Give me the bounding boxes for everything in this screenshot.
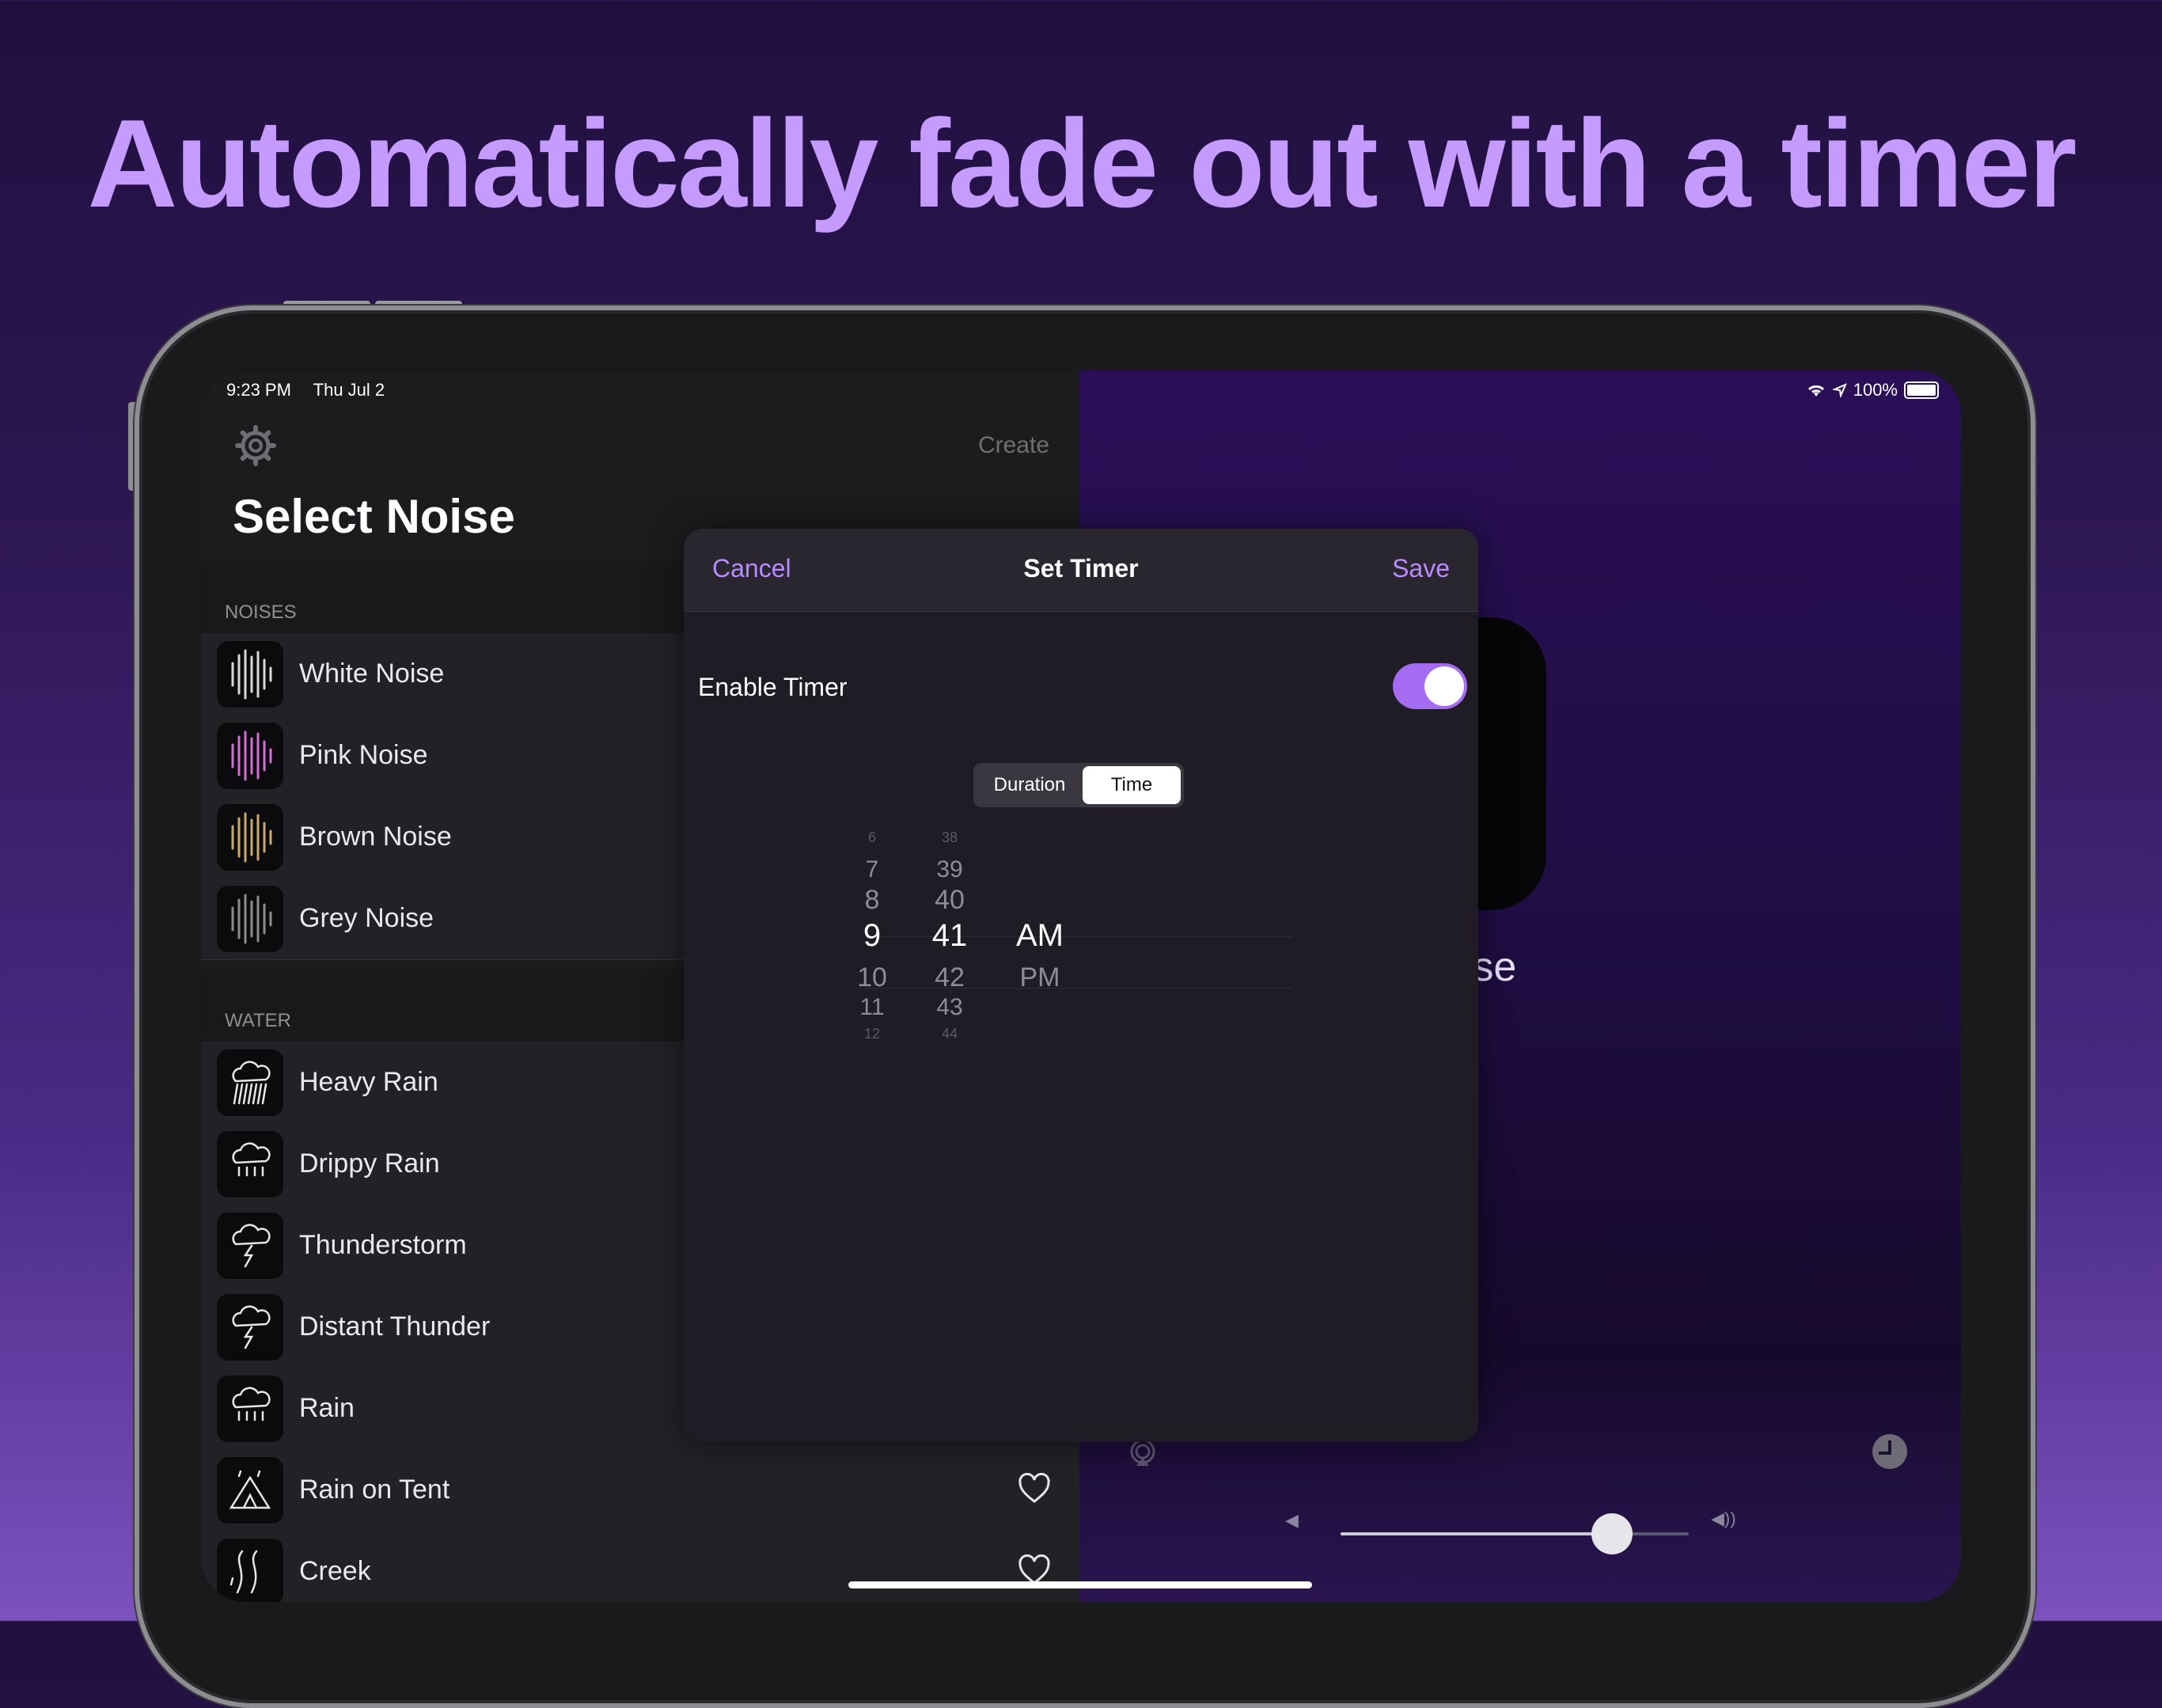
airplay-icon[interactable] bbox=[1127, 1437, 1159, 1469]
noise-row-label: White Noise bbox=[299, 659, 445, 689]
headline: Automatically fade out with a timer bbox=[87, 94, 2077, 233]
waveform-icon bbox=[217, 641, 283, 708]
noise-row-label: Thunderstorm bbox=[299, 1230, 467, 1260]
minutes-option[interactable]: 41 bbox=[918, 918, 981, 954]
volume-slider-knob[interactable] bbox=[1591, 1513, 1633, 1554]
minutes-option[interactable]: 38 bbox=[918, 829, 981, 846]
waveform-icon bbox=[217, 804, 283, 871]
noise-row[interactable]: Creek bbox=[201, 1531, 1079, 1602]
wifi-icon bbox=[1807, 385, 1824, 397]
location-icon bbox=[1832, 383, 1847, 397]
minutes-option[interactable]: 40 bbox=[918, 885, 981, 916]
minutes-option[interactable]: 42 bbox=[918, 962, 981, 993]
volume-max-icon: ◀)) bbox=[1711, 1509, 1736, 1528]
noise-row-label: Brown Noise bbox=[299, 822, 452, 852]
mode-segmented-control: Duration Time bbox=[973, 763, 1184, 807]
time-picker[interactable]: 6 7 8 9 10 11 12 38 39 40 41 42 43 44 AM PM bbox=[684, 829, 1478, 1091]
hours-option[interactable]: 9 bbox=[840, 918, 904, 954]
page-title: Select Noise bbox=[233, 490, 515, 543]
timer-clock-icon[interactable] bbox=[1872, 1434, 1907, 1469]
status-date: Thu Jul 2 bbox=[313, 380, 385, 400]
noise-row-label: Drippy Rain bbox=[299, 1148, 440, 1179]
status-bar-left: 9:23 PM Thu Jul 2 bbox=[226, 380, 402, 400]
waveform-icon bbox=[217, 886, 283, 952]
noise-row-label: Grey Noise bbox=[299, 903, 434, 933]
heavy-rain-icon bbox=[217, 1049, 283, 1116]
segment-duration[interactable]: Duration bbox=[977, 766, 1083, 804]
set-timer-modal: Cancel Set Timer Save Enable Timer Durat… bbox=[684, 529, 1478, 1442]
create-button[interactable]: Create bbox=[978, 432, 1049, 459]
noise-row-label: Rain on Tent bbox=[299, 1475, 450, 1505]
toggle-knob bbox=[1424, 666, 1464, 706]
hours-option[interactable]: 7 bbox=[840, 856, 904, 883]
favorite-heart-icon[interactable] bbox=[1018, 1472, 1051, 1505]
noise-row-label: Heavy Rain bbox=[299, 1067, 438, 1097]
hours-option[interactable]: 10 bbox=[840, 962, 904, 993]
segment-time[interactable]: Time bbox=[1083, 766, 1181, 804]
hours-option[interactable]: 8 bbox=[840, 885, 904, 916]
noise-row-label: Rain bbox=[299, 1393, 355, 1423]
volume-min-icon: ◀ bbox=[1285, 1510, 1299, 1530]
hours-option[interactable]: 12 bbox=[840, 1026, 904, 1042]
volume-slider[interactable] bbox=[1341, 1513, 1689, 1554]
modal-title: Set Timer bbox=[1023, 554, 1139, 583]
noise-row-label: Distant Thunder bbox=[299, 1311, 491, 1342]
minutes-option[interactable]: 44 bbox=[918, 1026, 981, 1042]
drippy-rain-icon bbox=[217, 1131, 283, 1197]
status-bar-right: 100% bbox=[1806, 380, 1939, 400]
ampm-option[interactable]: PM bbox=[1008, 962, 1072, 993]
thunderstorm-icon bbox=[217, 1213, 283, 1279]
home-indicator bbox=[848, 1581, 1312, 1588]
save-button[interactable]: Save bbox=[1392, 554, 1450, 583]
minutes-option[interactable]: 39 bbox=[918, 856, 981, 883]
ipad-screen: 9:23 PM Thu Jul 2 Create Select Noise NO… bbox=[201, 370, 1961, 1602]
hours-option[interactable]: 6 bbox=[840, 829, 904, 846]
status-time: 9:23 PM bbox=[226, 380, 291, 400]
enable-timer-label: Enable Timer bbox=[698, 673, 848, 701]
waveform-icon bbox=[217, 723, 283, 789]
rain-icon bbox=[217, 1376, 283, 1442]
tent-rain-icon bbox=[217, 1457, 283, 1524]
gear-icon[interactable] bbox=[234, 424, 277, 467]
hours-option[interactable]: 11 bbox=[840, 994, 904, 1021]
modal-nav-bar: Cancel Set Timer Save bbox=[684, 529, 1478, 612]
noise-row-label: Creek bbox=[299, 1556, 371, 1586]
minutes-option[interactable]: 43 bbox=[918, 994, 981, 1021]
battery-percent: 100% bbox=[1853, 380, 1898, 400]
enable-timer-toggle[interactable] bbox=[1393, 663, 1467, 709]
volume-slider-fill bbox=[1341, 1532, 1613, 1535]
distant-thunder-icon bbox=[217, 1294, 283, 1361]
noise-row[interactable]: Rain on Tent bbox=[201, 1449, 1079, 1532]
ampm-option[interactable]: AM bbox=[1008, 918, 1072, 954]
battery-icon bbox=[1904, 381, 1939, 399]
creek-icon bbox=[217, 1539, 283, 1602]
noise-row-label: Pink Noise bbox=[299, 740, 428, 770]
